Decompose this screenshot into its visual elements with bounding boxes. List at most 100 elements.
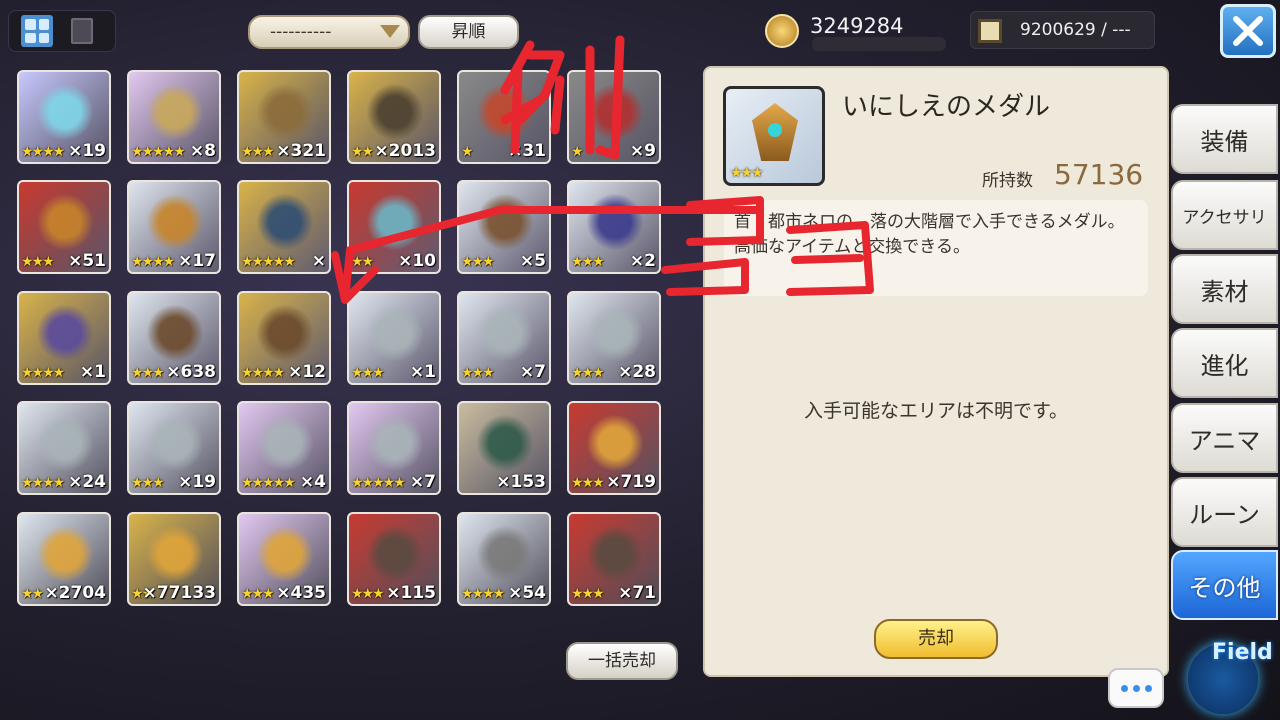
item-slot[interactable]: ★★ ×2013 <box>347 70 441 164</box>
tab-6[interactable]: その他 <box>1171 550 1278 620</box>
item-icon <box>587 84 643 140</box>
item-icon <box>477 194 533 250</box>
item-slot[interactable]: ★★★ ×7 <box>457 291 551 385</box>
item-icon <box>37 526 93 582</box>
item-quantity: ×321 <box>276 141 326 161</box>
sell-button[interactable]: 売却 <box>874 619 998 659</box>
sort-button[interactable]: 昇順 <box>418 15 519 49</box>
item-slot[interactable]: ★★★ ×638 <box>127 291 221 385</box>
item-quantity: ×8 <box>189 141 216 161</box>
item-stars: ★★★ <box>241 586 275 602</box>
item-slot[interactable]: ★★★ ×51 <box>17 180 111 274</box>
tab-1[interactable]: アクセサリ <box>1171 180 1278 250</box>
item-quantity: ×2013 <box>374 141 436 161</box>
item-slot[interactable]: ×153 <box>457 401 551 495</box>
item-slot[interactable]: ★★★★ ×24 <box>17 401 111 495</box>
tab-3[interactable]: 進化 <box>1171 328 1278 398</box>
item-stars: ★★★★★ <box>241 475 296 491</box>
field-label: Field <box>1212 640 1273 665</box>
item-icon <box>147 526 203 582</box>
item-icon <box>367 526 423 582</box>
item-quantity: ×1 <box>79 362 106 382</box>
tab-4[interactable]: アニマ <box>1171 403 1278 473</box>
item-quantity: ×71 <box>618 583 656 603</box>
item-slot[interactable]: ★ ×31 <box>457 70 551 164</box>
item-icon <box>477 526 533 582</box>
item-quantity: ×638 <box>166 362 216 382</box>
item-icon <box>257 415 313 471</box>
item-quantity: ×1 <box>409 362 436 382</box>
item-slot[interactable]: ★★★★ ×17 <box>127 180 221 274</box>
owned-count: 57136 <box>1054 158 1144 191</box>
item-stars: ★★★ <box>21 254 55 270</box>
item-slot[interactable]: ★★★★ ×1 <box>17 291 111 385</box>
item-quantity: ×7 <box>519 362 546 382</box>
grid-view-icon[interactable] <box>21 15 53 47</box>
item-quantity: × <box>311 251 326 271</box>
tab-5[interactable]: ルーン <box>1171 477 1278 547</box>
item-slot[interactable]: ★★★★★ ×4 <box>237 401 331 495</box>
item-quantity: ×19 <box>68 141 106 161</box>
item-slot[interactable]: ★★★ ×115 <box>347 512 441 606</box>
filter-dropdown[interactable]: ---------- <box>248 15 410 49</box>
resource-icon <box>978 19 1002 43</box>
item-quantity: ×54 <box>508 583 546 603</box>
item-quantity: ×153 <box>496 472 546 492</box>
item-stars: ★★★ <box>131 475 165 491</box>
item-slot[interactable]: ★★★ ×71 <box>567 512 661 606</box>
item-stars: ★★★★★ <box>131 144 186 160</box>
item-slot[interactable]: ★★★ ×28 <box>567 291 661 385</box>
chat-button[interactable] <box>1108 668 1164 708</box>
item-stars: ★★★★★ <box>351 475 406 491</box>
item-icon <box>477 84 533 140</box>
coin-bar <box>812 37 946 51</box>
item-slot[interactable]: ★★★★★ × <box>237 180 331 274</box>
close-icon <box>1233 16 1263 46</box>
item-slot[interactable]: ★★★★ ×19 <box>17 70 111 164</box>
item-slot[interactable]: ★★ ×2704 <box>17 512 111 606</box>
item-quantity: ×10 <box>398 251 436 271</box>
item-quantity: ×2704 <box>44 583 106 603</box>
tab-2[interactable]: 素材 <box>1171 254 1278 324</box>
item-icon <box>257 526 313 582</box>
tab-0[interactable]: 装備 <box>1171 104 1278 174</box>
item-quantity: ×5 <box>519 251 546 271</box>
item-slot[interactable]: ★★★ ×435 <box>237 512 331 606</box>
item-stars: ★★★ <box>461 365 495 381</box>
item-icon <box>37 84 93 140</box>
list-view-icon[interactable] <box>71 18 93 44</box>
item-slot[interactable]: ★★★★★ ×7 <box>347 401 441 495</box>
view-toggle <box>8 10 116 52</box>
item-slot[interactable]: ★★★★ ×54 <box>457 512 551 606</box>
item-slot[interactable]: ★★★★ ×12 <box>237 291 331 385</box>
item-slot[interactable]: ★★★ ×19 <box>127 401 221 495</box>
gem-icon <box>768 123 782 137</box>
item-slot[interactable]: ★★★ ×1 <box>347 291 441 385</box>
item-slot[interactable]: ★ ×9 <box>567 70 661 164</box>
item-slot[interactable]: ★★ ×77133 <box>127 512 221 606</box>
item-icon <box>257 194 313 250</box>
item-slot[interactable]: ★★★ ×5 <box>457 180 551 274</box>
item-stars: ★★★★★ <box>241 254 296 270</box>
item-stars: ★★★ <box>461 254 495 270</box>
bulk-sell-button[interactable]: 一括売却 <box>566 642 678 680</box>
item-stars: ★★★★ <box>131 254 175 270</box>
item-slot[interactable]: ★★★★★ ×8 <box>127 70 221 164</box>
item-stars: ★★★ <box>241 144 275 160</box>
item-slot[interactable]: ★★★ ×2 <box>567 180 661 274</box>
item-slot[interactable]: ★★★ ×719 <box>567 401 661 495</box>
item-stars: ★ <box>571 144 583 160</box>
item-description: 首 都市ネロの 落の大階層で入手できるメダル。高価なアイテムと交換できる。 <box>734 212 1125 257</box>
item-slot[interactable]: ★★★ ×321 <box>237 70 331 164</box>
item-icon <box>477 305 533 361</box>
item-stars: ★★ <box>21 586 44 602</box>
field-button[interactable]: Field <box>1178 624 1280 720</box>
item-slot[interactable]: ★★ ×10 <box>347 180 441 274</box>
filter-value: ---------- <box>270 22 332 42</box>
item-quantity: ×19 <box>178 472 216 492</box>
item-icon <box>367 194 423 250</box>
close-button[interactable] <box>1220 4 1276 58</box>
coin-icon <box>765 14 799 48</box>
item-stars: ★★★ <box>571 586 605 602</box>
item-stars: ★★★ <box>351 365 385 381</box>
